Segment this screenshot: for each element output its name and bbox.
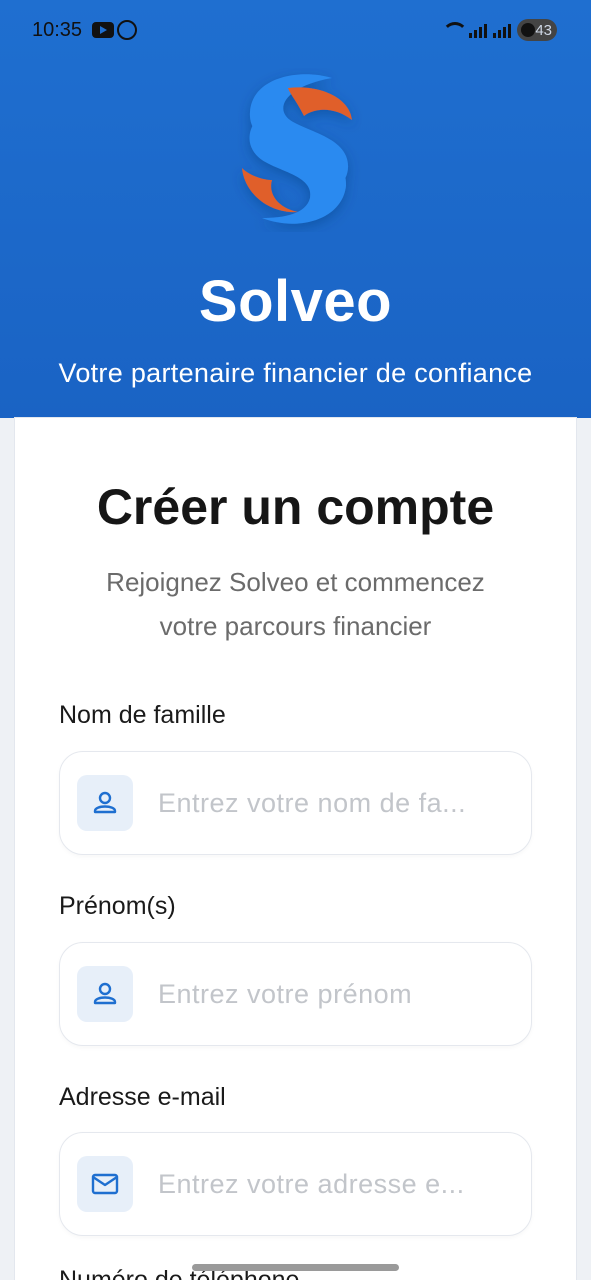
form-subtitle: Rejoignez Solveo et commencez votre parc… <box>15 560 576 648</box>
signal-icon-2 <box>493 22 511 38</box>
lastname-label: Nom de famille <box>59 701 226 729</box>
battery-icon: 43 <box>517 19 557 41</box>
form-subtitle-line1: Rejoignez Solveo et commencez <box>106 567 485 597</box>
firstname-label: Prénom(s) <box>59 892 176 920</box>
status-time: 10:35 <box>32 19 83 41</box>
user-icon <box>93 791 117 814</box>
lastname-icon-box <box>77 775 133 831</box>
firstname-input[interactable] <box>158 967 508 1021</box>
tagline: Votre partenaire financier de confiance <box>58 358 533 388</box>
signal-icon <box>469 22 487 38</box>
firstname-field[interactable] <box>59 942 532 1046</box>
lastname-field[interactable] <box>59 751 532 855</box>
email-input[interactable] <box>158 1157 508 1211</box>
status-indicators: 43 <box>441 18 557 42</box>
email-icon-box <box>77 1156 133 1212</box>
mail-icon <box>91 1173 119 1195</box>
home-indicator[interactable] <box>192 1264 399 1271</box>
form-subtitle-line2: votre parcours financier <box>159 611 432 641</box>
brand-name: Solveo <box>198 269 393 334</box>
whatsapp-icon <box>117 20 137 40</box>
battery-level: 43 <box>535 21 552 39</box>
header-banner: 10:35 43 Solveo Votre partenaire financi… <box>0 0 591 418</box>
signup-screen: 10:35 43 Solveo Votre partenaire financi… <box>0 0 591 1280</box>
email-field[interactable] <box>59 1132 532 1236</box>
solveo-logo-icon <box>242 74 352 224</box>
wifi-icon <box>441 22 468 38</box>
firstname-icon-box <box>77 966 133 1022</box>
lastname-input[interactable] <box>158 776 508 830</box>
email-label: Adresse e-mail <box>59 1083 226 1111</box>
user-icon <box>93 982 117 1005</box>
status-bar: 10:35 43 <box>0 0 591 60</box>
youtube-icon <box>92 22 114 38</box>
form-title: Créer un compte <box>96 479 495 535</box>
